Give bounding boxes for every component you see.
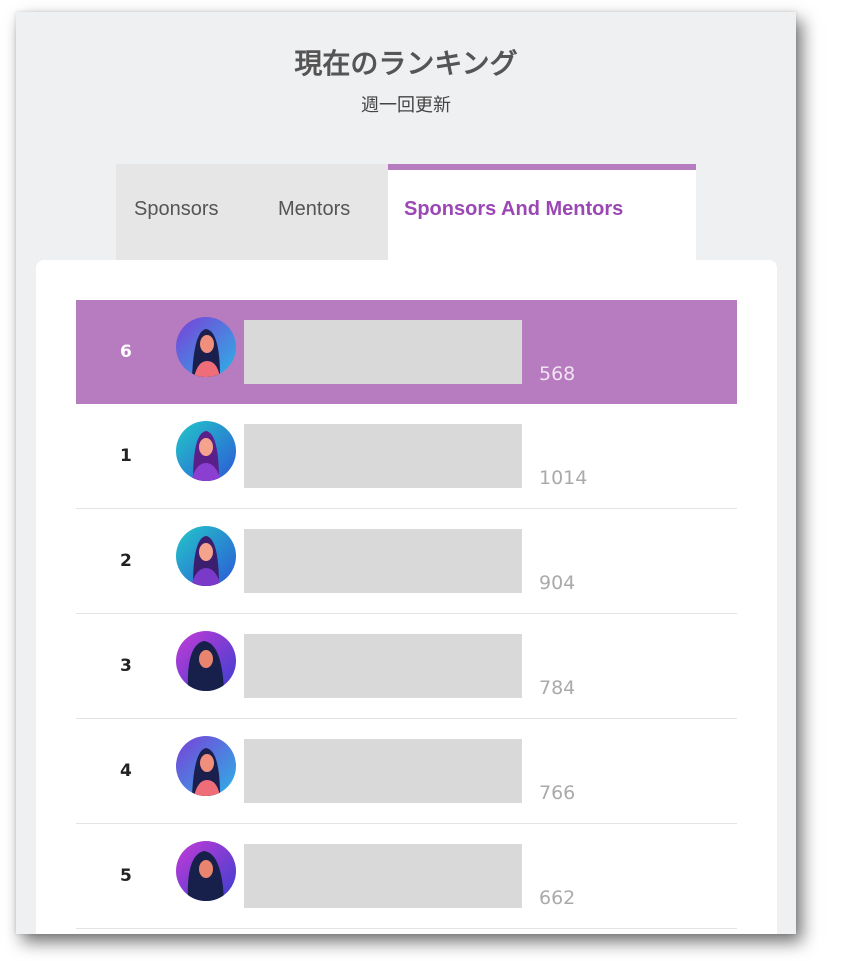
score-value: 568 [539, 363, 576, 385]
redacted-name [244, 634, 522, 698]
tab-mentors[interactable]: Mentors [263, 164, 388, 260]
woman-avatar-icon [176, 631, 236, 691]
leaderboard-row-current-user[interactable]: 6 568 [76, 300, 737, 404]
page-subtitle: 週一回更新 [361, 95, 451, 116]
score-value: 784 [539, 677, 576, 699]
score-value: 662 [539, 887, 576, 909]
leaderboard-row[interactable]: 5 662 [76, 824, 737, 929]
tab-sponsors-and-mentors[interactable]: Sponsors And Mentors [388, 164, 696, 260]
tab-sponsors[interactable]: Sponsors [116, 164, 263, 260]
ranking-tabs: Sponsors Mentors Sponsors And Mentors [116, 164, 696, 260]
rank-number: 2 [120, 551, 132, 571]
rank-number: 5 [120, 866, 132, 886]
woman-avatar-icon [176, 317, 236, 377]
redacted-name [244, 320, 522, 384]
redacted-name [244, 844, 522, 908]
rank-number: 1 [120, 446, 132, 466]
score-value: 904 [539, 572, 576, 594]
leaderboard-row[interactable]: 1 1014 [76, 404, 737, 509]
leaderboard-row[interactable]: 2 904 [76, 509, 737, 614]
redacted-name [244, 424, 522, 488]
leaderboard-row[interactable]: 4 766 [76, 719, 737, 824]
leaderboard-list: 6 568 1 1014 2 904 3 784 4 766 5 662 [76, 300, 737, 929]
woman-avatar-icon [176, 526, 236, 586]
redacted-name [244, 529, 522, 593]
rank-number: 4 [120, 761, 132, 781]
score-value: 766 [539, 782, 576, 804]
woman-avatar-icon [176, 736, 236, 796]
score-value: 1014 [539, 467, 588, 489]
rank-number: 3 [120, 656, 132, 676]
ranking-panel: 現在のランキング 週一回更新 Sponsors Mentors Sponsors… [16, 12, 796, 934]
page-title: 現在のランキング [294, 47, 518, 80]
leaderboard-card: 6 568 1 1014 2 904 3 784 4 766 5 662 [36, 260, 777, 934]
leaderboard-row[interactable]: 3 784 [76, 614, 737, 719]
redacted-name [244, 739, 522, 803]
rank-number: 6 [120, 342, 132, 362]
woman-avatar-icon [176, 841, 236, 901]
woman-avatar-icon [176, 421, 236, 481]
